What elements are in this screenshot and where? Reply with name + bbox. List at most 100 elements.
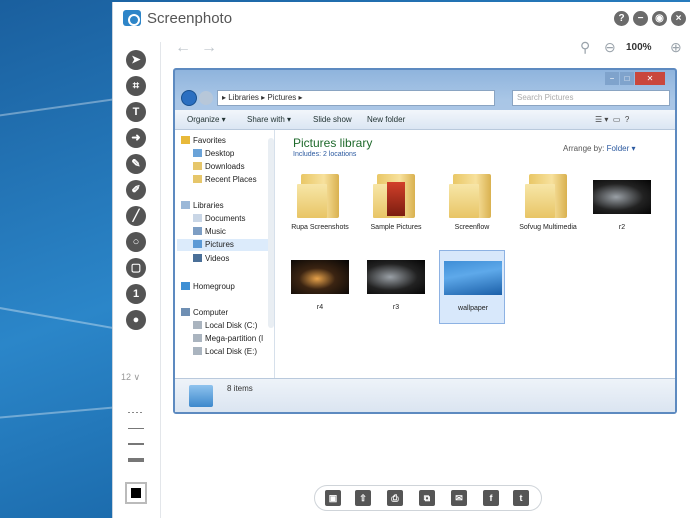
captured-cmd-slideshow: Slide show [313,115,352,124]
ellipse-icon[interactable]: ○ [126,232,146,252]
captured-nav-scrollbar [268,138,274,328]
folder-icon [297,174,339,218]
file-item: Screenflow [439,170,505,244]
nav-item: Mega-partition (I [193,334,263,343]
photo-thumbnail [444,261,502,295]
folder-icon [373,174,415,218]
nav-item-label: Videos [205,254,230,263]
nav-libraries: Libraries [181,201,224,210]
nav-item-label: Local Disk (C:) [205,321,258,330]
computer-icon [181,308,190,316]
nav-item: Local Disk (E:) [193,347,257,356]
share-action-bar: ▣ ⇧ ⎙ ⧉ ✉ f t [314,485,542,511]
file-item: r3 [363,250,429,324]
captured-close-icon: ✕ [635,72,665,85]
file-item-label: r3 [392,304,400,311]
file-item: Rupa Screenshots [287,170,353,244]
pictures-icon [193,240,202,248]
file-item-selected: wallpaper [439,250,505,324]
file-item: r2 [589,170,655,244]
select-arrow-icon[interactable]: ➤ [126,50,146,70]
highlighter-icon[interactable]: ✐ [126,180,146,200]
line-width-medium[interactable] [128,443,144,445]
zoom-bar: ⚲ ⊖ 100% ⊕ [580,39,690,57]
print-icon[interactable]: ⎙ [387,490,403,506]
nav-item: Desktop [193,149,234,158]
captured-maximize-icon: □ [620,72,634,85]
photo-thumbnail [387,182,405,216]
nav-item-label: Recent Places [205,175,257,184]
library-title: Pictures library [293,136,373,150]
file-item-label: Screenflow [454,224,490,231]
disk-icon [193,347,202,355]
captured-forward-icon [199,91,213,105]
captured-cmd-newfolder: New folder [367,115,406,124]
nav-item-label: Documents [205,214,246,223]
nav-computer-label: Computer [193,308,229,317]
arrange-by: Arrange by: Folder ▾ [563,144,636,153]
music-icon [193,227,202,235]
captured-command-bar: Organize ▾ Share with ▾ Slide show New f… [175,110,675,130]
help-button[interactable]: ? [614,11,629,26]
line-width-thin[interactable] [128,428,144,429]
twitter-icon[interactable]: t [513,490,529,506]
upload-icon[interactable]: ⇧ [355,490,371,506]
zoom-search-icon[interactable]: ⚲ [580,39,590,56]
videos-icon [193,254,202,262]
redo-arrow-icon[interactable]: → [201,39,227,56]
file-item: Sofvug Multimedia [515,170,581,244]
zoom-out-icon[interactable]: ⊖ [604,39,616,56]
photo-thumbnail [593,180,651,214]
captured-window-buttons: − □ ✕ [605,72,667,85]
nav-computer: Computer [181,308,228,317]
color-picker[interactable] [125,482,147,504]
nav-item: Local Disk (C:) [193,321,257,330]
captured-address-bar: ▸ Libraries ▸ Pictures ▸ [217,90,495,106]
nav-item-label: Desktop [205,149,235,158]
arrange-by-label: Arrange by: [563,144,605,153]
arrow-icon[interactable]: ➜ [126,128,146,148]
brush-size-select[interactable]: 12 ∨ [121,372,140,383]
nav-item-label: Downloads [205,162,245,171]
crop-icon[interactable]: ⌗ [126,76,146,96]
captured-explorer-window: − □ ✕ ▸ Libraries ▸ Pictures ▸ Search Pi… [173,68,677,414]
captured-status-bar: 8 items [175,378,675,412]
nav-item: Recent Places [193,175,257,184]
minimize-button[interactable]: − [633,11,648,26]
library-subtitle: Includes: 2 locations [293,151,357,158]
save-icon[interactable]: ▣ [325,490,341,506]
photo-thumbnail [291,260,349,294]
title-bar: Screenphoto ? − ◉ × [113,2,690,35]
blur-drop-icon[interactable]: ● [126,310,146,330]
nav-favorites: Favorites [181,136,226,145]
rectangle-icon[interactable]: ▢ [126,258,146,278]
step-number-icon[interactable]: 1 [126,284,146,304]
email-icon[interactable]: ✉ [451,490,467,506]
zoom-in-icon[interactable]: ⊕ [670,39,682,56]
drawing-toolbar: ➤ ⌗ T ➜ ✎ ✐ ╱ ○ ▢ 1 ● 12 ∨ [113,42,161,518]
close-button[interactable]: × [671,11,686,26]
nav-item: Videos [193,254,229,263]
file-item-label: r4 [316,304,324,311]
file-item-label: Sample Pictures [370,224,422,231]
nav-homegroup-label: Homegroup [193,282,235,291]
app-title: Screenphoto [147,10,233,27]
pencil-icon[interactable]: ✎ [126,154,146,174]
undo-arrow-icon[interactable]: ← [175,39,201,56]
text-icon[interactable]: T [126,102,146,122]
line-icon[interactable]: ╱ [126,206,146,226]
screenphoto-window: Screenphoto ? − ◉ × ←→ ⚲ ⊖ 100% ⊕ ➤ ⌗ T … [112,2,690,518]
nav-item-label: Mega-partition (I [205,334,264,343]
line-width-thick[interactable] [128,458,144,462]
folder-icon [449,174,491,218]
line-style-dotted[interactable] [128,412,144,413]
copy-icon[interactable]: ⧉ [419,490,435,506]
captured-cmd-organize: Organize ▾ [187,115,226,124]
facebook-icon[interactable]: f [483,490,499,506]
captured-minimize-icon: − [605,72,619,85]
captured-content-pane: Pictures library Includes: 2 locations A… [281,130,673,378]
maximize-button[interactable]: ◉ [652,11,667,26]
camera-icon [123,10,141,26]
folder-icon [525,174,567,218]
arrange-by-value: Folder ▾ [606,144,636,153]
